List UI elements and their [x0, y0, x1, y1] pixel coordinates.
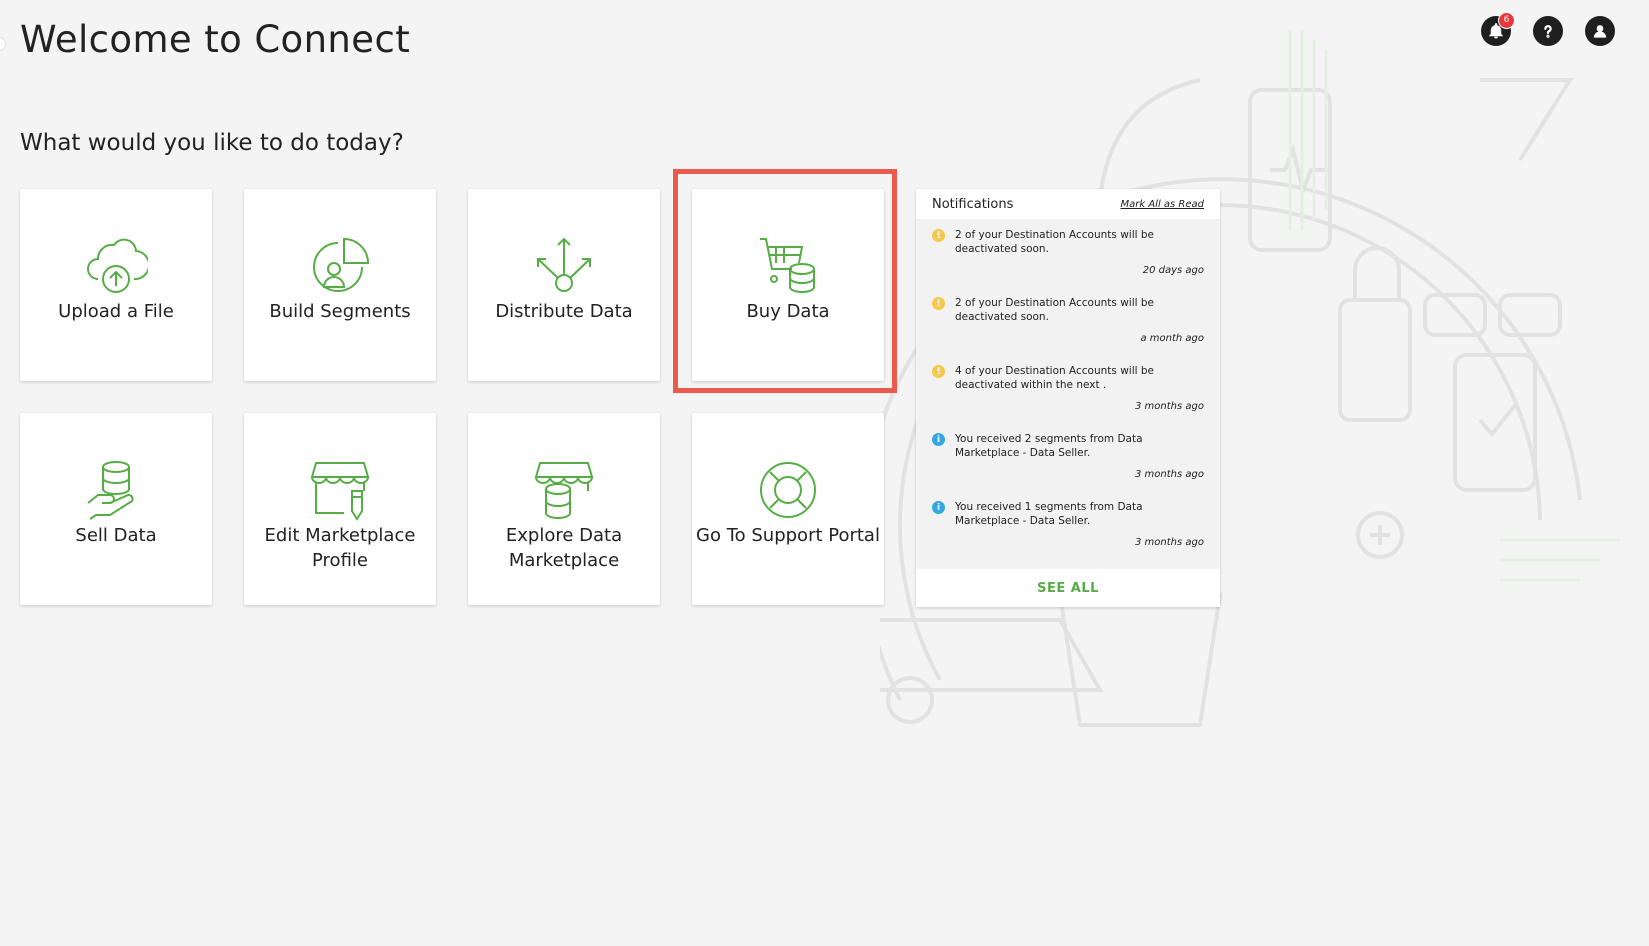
cloud-upload-icon — [87, 238, 148, 293]
warning-icon: ! — [932, 297, 945, 310]
tile-explore-data-marketplace[interactable]: Explore Data Marketplace — [468, 413, 660, 605]
tile-upload-file[interactable]: Upload a File — [20, 189, 212, 381]
notification-item[interactable]: ! 4 of your Destination Accounts will be… — [916, 355, 1220, 423]
notification-item[interactable]: i You received 1 segments from Data Mark… — [916, 491, 1220, 559]
tile-sell-data[interactable]: Sell Data — [20, 413, 212, 605]
warning-icon: ! — [932, 229, 945, 242]
tile-label: Edit Marketplace Profile — [264, 525, 416, 571]
notifications-header: Notifications Mark All as Read — [916, 189, 1220, 219]
warning-icon: ! — [932, 365, 945, 378]
notifications-title: Notifications — [932, 196, 1014, 212]
tile-support-portal[interactable]: Go To Support Portal — [692, 413, 884, 605]
user-avatar-icon — [1593, 25, 1607, 38]
tile-edit-marketplace-profile[interactable]: Edit Marketplace Profile — [244, 413, 436, 605]
notification-time: 3 months ago — [1135, 537, 1204, 548]
top-right-toolbar: 6 — [1481, 12, 1615, 46]
hand-database-icon — [87, 461, 134, 520]
page-subtitle: What would you like to do today? — [20, 130, 404, 156]
notifications-button[interactable]: 6 — [1481, 12, 1515, 46]
notifications-panel: Notifications Mark All as Read ! 2 of yo… — [916, 189, 1220, 607]
notification-item[interactable]: i You received 2 segments from Data Mark… — [916, 423, 1220, 491]
help-button[interactable] — [1533, 16, 1563, 46]
tile-label: Build Segments — [269, 301, 411, 322]
cart-database-icon — [760, 238, 815, 293]
info-icon: i — [932, 501, 945, 514]
notification-time: 20 days ago — [1142, 265, 1204, 276]
notifications-list[interactable]: ! 2 of your Destination Accounts will be… — [916, 219, 1220, 569]
see-all-button[interactable]: SEE ALL — [916, 569, 1220, 607]
tile-label: Distribute Data — [495, 301, 633, 322]
storefront-edit-icon — [310, 462, 370, 521]
notification-item[interactable]: ! 2 of your Destination Accounts will be… — [916, 287, 1220, 355]
notification-text: You received 2 segments from Data Market… — [955, 433, 1143, 459]
notification-text: You received 1 segments from Data Market… — [955, 501, 1143, 527]
storefront-database-icon — [534, 462, 594, 519]
tile-label: Sell Data — [75, 525, 157, 546]
notification-count-badge: 6 — [1498, 12, 1515, 29]
page-title: Welcome to Connect — [20, 18, 411, 61]
distribute-icon — [537, 237, 591, 292]
notification-time: 3 months ago — [1135, 469, 1204, 480]
mark-all-read-link[interactable]: Mark All as Read — [1120, 199, 1204, 210]
segment-icon — [313, 237, 370, 292]
notification-text: 2 of your Destination Accounts will be d… — [955, 297, 1155, 323]
tile-label: Buy Data — [746, 301, 830, 322]
tile-label: Go To Support Portal — [696, 525, 880, 546]
tile-build-segments[interactable]: Build Segments — [244, 189, 436, 381]
notification-time: a month ago — [1140, 333, 1204, 344]
account-button[interactable] — [1585, 16, 1615, 46]
info-icon: i — [932, 433, 945, 446]
question-mark-icon — [1544, 25, 1552, 38]
notification-time: 3 months ago — [1135, 401, 1204, 412]
side-drawer-handle[interactable] — [0, 38, 5, 50]
notification-text: 4 of your Destination Accounts will be d… — [955, 365, 1155, 391]
tile-label: Explore Data Marketplace — [505, 525, 623, 571]
lifebuoy-icon — [760, 462, 816, 518]
notification-item[interactable]: ! 2 of your Destination Accounts will be… — [916, 219, 1220, 287]
tile-label: Upload a File — [58, 301, 174, 322]
notification-text: 2 of your Destination Accounts will be d… — [955, 229, 1155, 255]
tile-distribute-data[interactable]: Distribute Data — [468, 189, 660, 381]
tile-buy-data[interactable]: Buy Data — [692, 189, 884, 381]
